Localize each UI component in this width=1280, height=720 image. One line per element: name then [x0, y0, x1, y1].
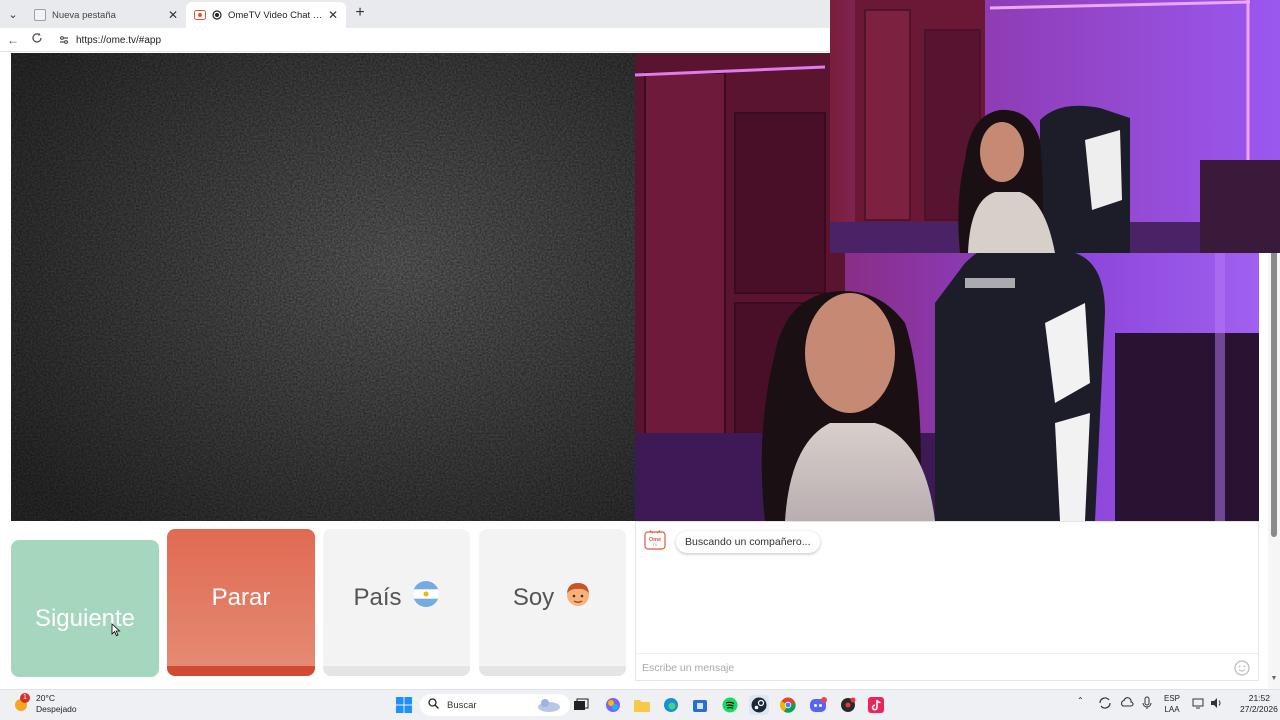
discord-icon[interactable]	[808, 695, 828, 715]
clock[interactable]: 21:52 27/2/2026	[1240, 693, 1278, 715]
message-input-bar	[636, 653, 1258, 681]
gender-button[interactable]: Soy	[479, 529, 626, 676]
weather-widget[interactable]: 1 20°C Despejado	[12, 693, 77, 715]
mouse-cursor-icon	[111, 616, 121, 637]
time-text: 21:52	[1248, 693, 1270, 703]
spotify-icon[interactable]	[720, 695, 740, 715]
url-text: https://ome.tv/#app	[76, 34, 162, 46]
stop-button[interactable]: Parar	[167, 529, 315, 676]
screen: ⌄ Nueva pestaña ✕ OmeTV Video Chat — Ome…	[0, 0, 1280, 720]
sync-icon[interactable]	[1098, 696, 1112, 712]
cloud-icon[interactable]	[1120, 696, 1134, 712]
recording-icon	[212, 10, 222, 20]
chrome-icon[interactable]	[778, 695, 798, 715]
boy-emoji-icon	[564, 580, 592, 615]
edge-icon[interactable]	[661, 695, 681, 715]
facecam-overlay	[830, 0, 1280, 253]
notification-badge: 1	[20, 693, 30, 703]
close-icon[interactable]: ✕	[168, 8, 178, 22]
partner-video-static	[11, 53, 635, 521]
emoji-smiley-icon[interactable]	[1234, 660, 1250, 676]
tab-search-chevron-icon[interactable]: ⌄	[4, 5, 22, 23]
stop-button-label: Parar	[211, 583, 271, 611]
ometv-logo-icon: Ome TV	[644, 530, 666, 550]
steam-icon[interactable]	[749, 695, 769, 715]
facecam-scene	[830, 0, 1280, 253]
next-button[interactable]: Siguiente	[11, 540, 159, 677]
address-bar[interactable]: https://ome.tv/#app	[54, 30, 830, 50]
task-view-icon[interactable]	[571, 695, 591, 715]
site-info-icon[interactable]	[58, 34, 70, 46]
input-language-indicator[interactable]: ESP LAA	[1162, 693, 1182, 715]
microphone-icon[interactable]	[1141, 696, 1153, 712]
keyboard-layout: LAA	[1164, 705, 1180, 714]
volume-icon[interactable]	[1209, 696, 1223, 712]
date-text: 27/2/2026	[1240, 704, 1278, 714]
static-noise	[11, 53, 635, 521]
app-icon[interactable]	[838, 695, 858, 715]
windows-taskbar: 1 20°C Despejado Buscar ⌃ ESP LAA 21:52 …	[0, 689, 1280, 720]
taskbar-search-box[interactable]: Buscar	[420, 694, 570, 716]
back-arrow-icon[interactable]: ←	[5, 32, 21, 48]
weather-temperature: 20°C	[36, 693, 55, 703]
weather-description: Despejado	[36, 704, 77, 714]
search-icon	[428, 698, 439, 712]
start-icon[interactable]	[394, 695, 414, 715]
tab-new-tab[interactable]: Nueva pestaña ✕	[26, 2, 186, 28]
weather-sun-icon: 1	[12, 693, 30, 713]
chat-panel: Ome TV Buscando un compañero...	[635, 521, 1259, 681]
ometv-favicon-icon	[194, 9, 206, 21]
tab-label: OmeTV Video Chat — Omeg	[228, 9, 324, 21]
language-code: ESP	[1163, 694, 1180, 703]
message-input[interactable]	[642, 659, 1222, 677]
country-button[interactable]: País	[323, 529, 470, 676]
tiktok-icon[interactable]	[866, 695, 886, 715]
logo-subtext: TV	[653, 543, 658, 547]
page-icon	[34, 9, 46, 21]
country-button-label: País	[353, 583, 402, 611]
copilot-icon[interactable]	[603, 695, 623, 715]
searching-status-message: Buscando un compañero...	[676, 531, 820, 553]
new-tab-plus-icon[interactable]: +	[352, 4, 368, 22]
tab-ometv[interactable]: OmeTV Video Chat — Omeg ✕	[186, 2, 346, 28]
reload-icon[interactable]	[29, 32, 45, 48]
show-hidden-icons-chevron-icon[interactable]: ⌃	[1077, 696, 1084, 705]
gender-button-label: Soy	[512, 583, 555, 611]
tab-label: Nueva pestaña	[52, 9, 116, 21]
close-icon[interactable]: ✕	[328, 8, 338, 22]
file-explorer-icon[interactable]	[632, 695, 652, 715]
argentina-flag-icon	[412, 580, 440, 615]
network-icon[interactable]	[1191, 696, 1205, 712]
store-icon[interactable]	[690, 695, 710, 715]
scroll-down-arrow-icon[interactable]: ▼	[1268, 675, 1280, 685]
widgets-icon	[536, 696, 562, 717]
search-placeholder: Buscar	[447, 699, 477, 711]
